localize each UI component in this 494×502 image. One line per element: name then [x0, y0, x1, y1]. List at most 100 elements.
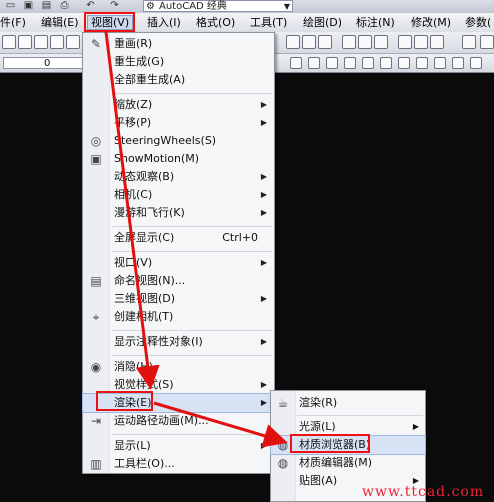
menu-item-viewports[interactable]: 视口(V) ▶	[83, 254, 274, 272]
markup-icon[interactable]	[414, 35, 428, 49]
menu-edit[interactable]: 编辑(E)	[41, 16, 79, 29]
design-center-icon[interactable]	[358, 35, 372, 49]
menu-separator	[112, 226, 272, 227]
print-icon[interactable]: ⎙	[58, 0, 71, 11]
pencil-icon: ✎	[90, 37, 102, 51]
quickcalc-icon[interactable]	[430, 35, 444, 49]
3d-bottom-view-icon[interactable]	[308, 57, 320, 69]
3d-top-view-icon[interactable]	[290, 57, 302, 69]
menu-item-label: 漫游和飞行(K)	[114, 206, 185, 219]
save-icon[interactable]: ▣	[22, 0, 35, 11]
toolbar-more-icon[interactable]	[480, 35, 494, 49]
menu-modify[interactable]: 修改(M)	[411, 16, 451, 29]
zoom-window-icon[interactable]	[302, 35, 316, 49]
menu-item-label: 全屏显示(C)	[114, 231, 175, 244]
menu-item-regen-all[interactable]: 全部重生成(A)	[83, 71, 274, 89]
nw-iso-icon[interactable]	[452, 57, 464, 69]
menu-dimension[interactable]: 标注(N)	[356, 16, 395, 29]
3d-front-view-icon[interactable]	[362, 57, 374, 69]
tool-palettes-icon[interactable]	[374, 35, 388, 49]
menu-item-label: 重生成(G)	[114, 55, 165, 68]
submenu-arrow-icon: ▶	[260, 172, 267, 181]
menu-separator	[112, 434, 272, 435]
redo-icon[interactable]: ↷	[108, 0, 121, 11]
menu-item-create-camera[interactable]: ⌖ 创建相机(T)	[83, 308, 274, 326]
submenu-arrow-icon: ▶	[260, 398, 267, 407]
menu-item-label: 贴图(A)	[299, 474, 338, 487]
save-file-icon[interactable]	[34, 35, 48, 49]
chevron-down-icon: ▼	[283, 2, 290, 11]
menu-draw[interactable]: 绘图(D)	[303, 16, 342, 29]
ne-iso-icon[interactable]	[434, 57, 446, 69]
3d-left-view-icon[interactable]	[326, 57, 338, 69]
menu-item-shortcut: Ctrl+0	[222, 231, 258, 244]
camera-icon: ⌖	[92, 310, 100, 324]
3d-right-view-icon[interactable]	[344, 57, 356, 69]
highlight-render-item	[96, 391, 153, 411]
material-browser-icon: ◍	[277, 438, 289, 452]
se-iso-icon[interactable]	[416, 57, 428, 69]
named-view-icon: ▤	[90, 274, 102, 288]
3d-back-view-icon[interactable]	[380, 57, 392, 69]
menu-item-clean-screen[interactable]: 全屏显示(C) Ctrl+0	[83, 229, 274, 247]
menu-parametric[interactable]: 参数(	[465, 16, 491, 29]
menu-item-hide[interactable]: ◉ 消隐(H)	[83, 358, 274, 376]
menu-item-zoom[interactable]: 缩放(Z) ▶	[83, 96, 274, 114]
gear-icon: ⚙	[146, 1, 155, 12]
menu-separator	[112, 251, 272, 252]
menu-item-steeringwheels[interactable]: ◎ SteeringWheels(S)	[83, 132, 274, 150]
menu-tools[interactable]: 工具(T)	[250, 16, 287, 29]
menu-item-redraw[interactable]: ✎ 重画(R)	[83, 35, 274, 53]
submenu-arrow-icon: ▶	[260, 258, 267, 267]
menu-item-regen[interactable]: 重生成(G)	[83, 53, 274, 71]
zoom-previous-icon[interactable]	[318, 35, 332, 49]
menu-item-label: SteeringWheels(S)	[114, 134, 217, 147]
plot-icon[interactable]	[50, 35, 64, 49]
zoom-realtime-icon[interactable]	[286, 35, 300, 49]
submenu-arrow-icon: ▶	[412, 422, 419, 431]
menu-item-camera[interactable]: 相机(C) ▶	[83, 186, 274, 204]
menu-item-named-views[interactable]: ▤ 命名视图(N)...	[83, 272, 274, 290]
undo-icon[interactable]: ↶	[84, 0, 97, 11]
highlight-view-menu	[84, 12, 135, 32]
menu-file[interactable]: 件(F)	[0, 16, 26, 29]
toolbar-icon: ▥	[90, 457, 102, 471]
submenu-arrow-icon: ▶	[260, 100, 267, 109]
properties-icon[interactable]	[342, 35, 356, 49]
menu-item-label: 消隐(H)	[114, 360, 153, 373]
preview-icon[interactable]	[66, 35, 80, 49]
menu-item-display[interactable]: 显示(L) ▶	[83, 437, 274, 455]
menu-item-label: 显示(L)	[114, 439, 151, 452]
motion-path-icon: ⇥	[90, 414, 102, 428]
menu-item-walk-fly[interactable]: 漫游和飞行(K) ▶	[83, 204, 274, 222]
open-file-icon[interactable]	[18, 35, 32, 49]
layer-dropdown[interactable]: 0	[3, 57, 85, 69]
visual-style-icon[interactable]	[470, 57, 482, 69]
menu-item-3d-views[interactable]: 三维视图(D) ▶	[83, 290, 274, 308]
menu-item-label: 缩放(Z)	[114, 98, 153, 111]
sw-iso-icon[interactable]	[398, 57, 410, 69]
menu-format[interactable]: 格式(O)	[196, 16, 235, 29]
help-icon[interactable]	[462, 35, 476, 49]
menu-item-orbit[interactable]: 动态观察(B) ▶	[83, 168, 274, 186]
menu-item-annotative-objects[interactable]: 显示注释性对象(I) ▶	[83, 333, 274, 351]
menu-item-label: 全部重生成(A)	[114, 73, 186, 86]
menu-item-toolbars[interactable]: ▥ 工具栏(O)...	[83, 455, 274, 473]
sheet-set-icon[interactable]	[398, 35, 412, 49]
menu-item-motion-path[interactable]: ⇥ 运动路径动画(M)...	[83, 412, 274, 430]
menu-insert[interactable]: 插入(I)	[147, 16, 181, 29]
menu-item-label: 材质编辑器(M)	[299, 456, 373, 469]
menu-item-label: 重画(R)	[114, 37, 153, 50]
menu-item-pan[interactable]: 平移(P) ▶	[83, 114, 274, 132]
menu-item-label: 工具栏(O)...	[114, 457, 175, 470]
submenu-item-render[interactable]: ☕ 渲染(R)	[271, 394, 425, 412]
menu-separator	[112, 330, 272, 331]
submenu-arrow-icon: ▶	[260, 441, 267, 450]
menu-item-showmotion[interactable]: ▣ ShowMotion(M)	[83, 150, 274, 168]
title-bar: ▭ ▣ ▤ ⎙ ↶ ↷ ⚙ AutoCAD 经典 ▼	[0, 0, 494, 13]
saveas-icon[interactable]: ▤	[40, 0, 53, 11]
open-icon[interactable]: ▭	[4, 0, 17, 11]
submenu-item-materials-editor[interactable]: ◍ 材质编辑器(M)	[271, 454, 425, 472]
workspace-dropdown[interactable]: ⚙ AutoCAD 经典 ▼	[143, 0, 293, 12]
new-icon[interactable]	[2, 35, 16, 49]
